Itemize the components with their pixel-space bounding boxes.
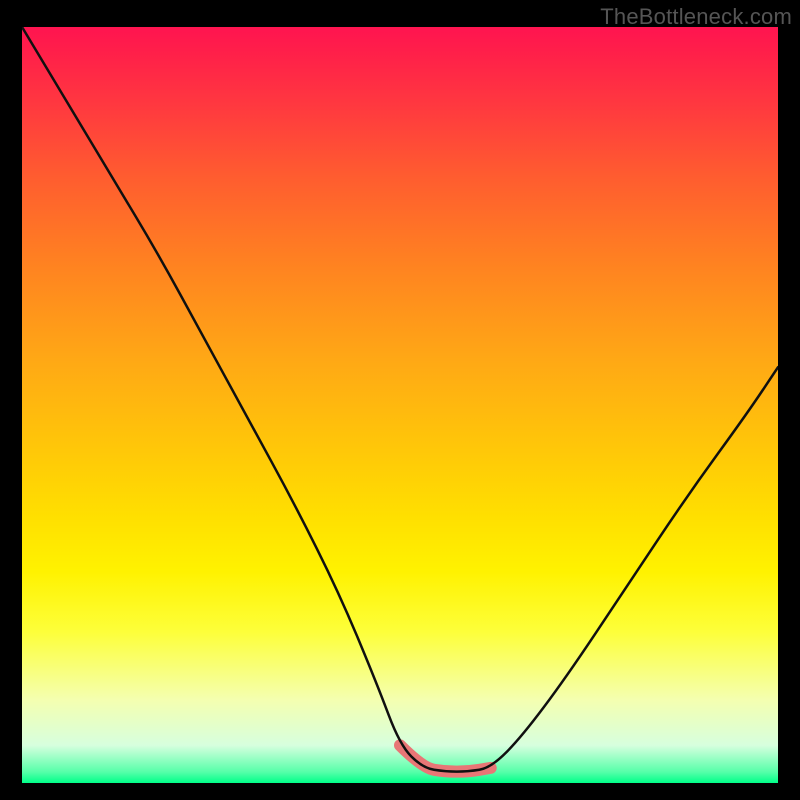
plot-area xyxy=(22,27,778,783)
curve-line xyxy=(22,27,778,772)
chart-frame: TheBottleneck.com xyxy=(0,0,800,800)
curve-layer xyxy=(22,27,778,783)
watermark-text: TheBottleneck.com xyxy=(600,4,792,30)
